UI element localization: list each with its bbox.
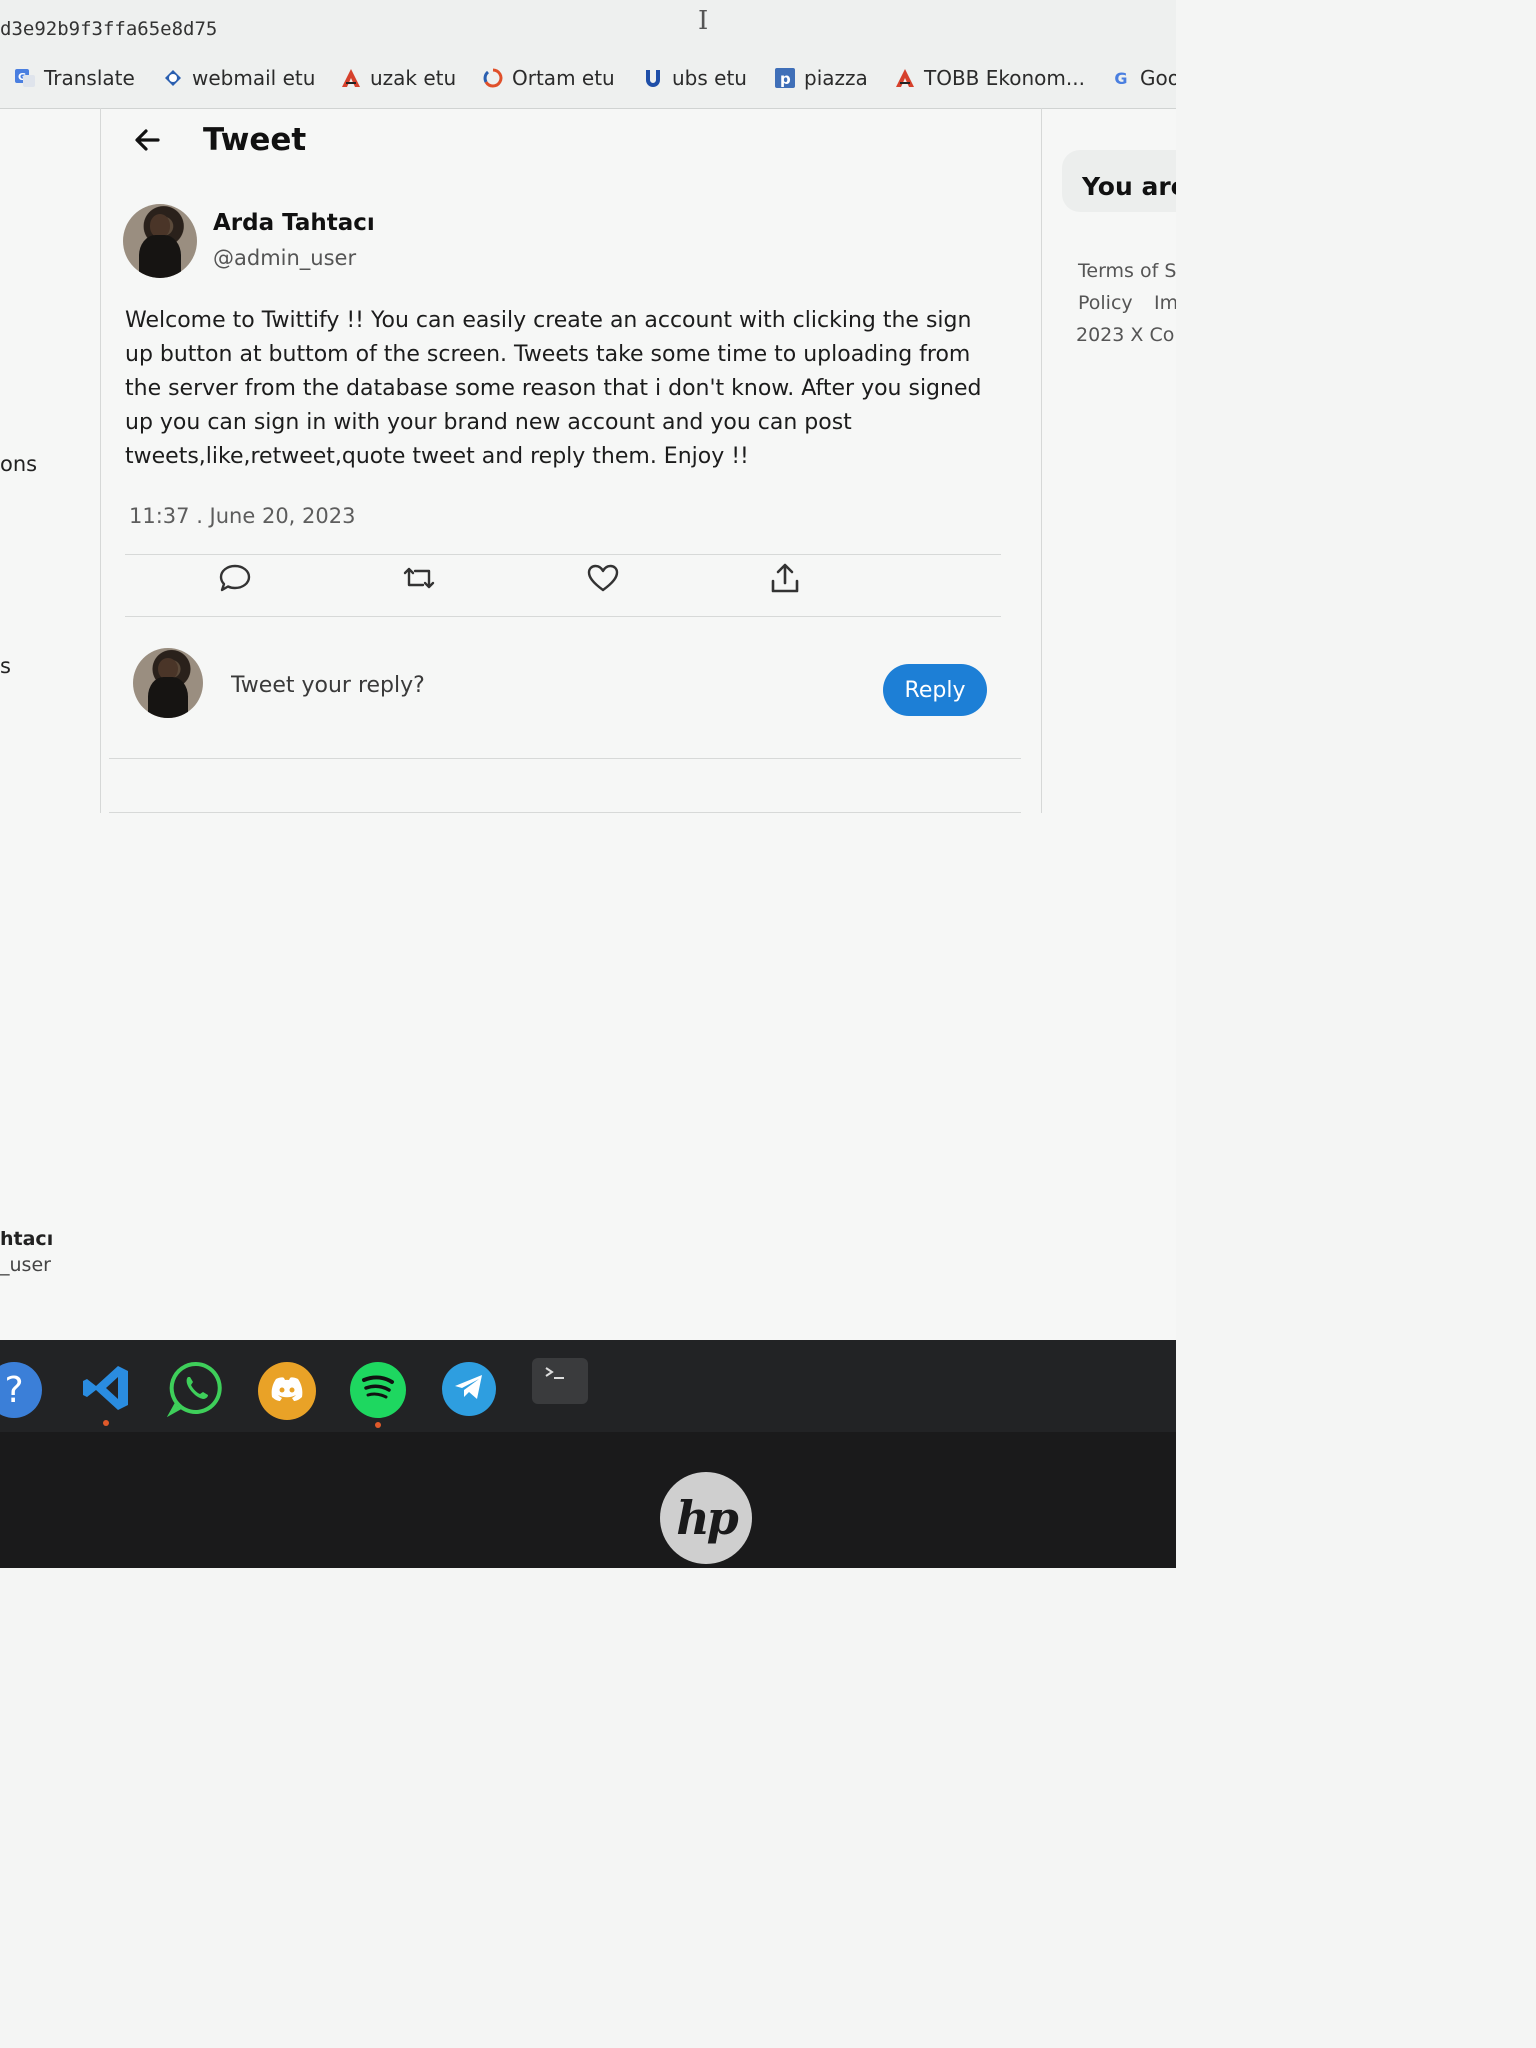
footer-copyright: 2023 X Cor	[1076, 324, 1176, 346]
taskbar-vscode[interactable]	[78, 1362, 134, 1418]
help-icon: ?	[4, 1369, 24, 1411]
piazza-icon: p	[774, 67, 796, 89]
running-indicator	[103, 1420, 109, 1426]
author-avatar[interactable]	[123, 204, 197, 278]
divider	[109, 812, 1021, 813]
share-icon	[769, 561, 801, 599]
bookmark-ortam[interactable]: Ortam etu	[482, 66, 615, 90]
page-title: Tweet	[203, 122, 307, 158]
moodle-icon	[340, 67, 362, 89]
author-name[interactable]: Arda Tahtacı	[213, 210, 375, 236]
bookmark-label: TOBB Ekonom...	[924, 66, 1085, 90]
taskbar-telegram[interactable]	[442, 1362, 496, 1416]
discord-icon	[270, 1376, 304, 1406]
ortam-icon	[482, 67, 504, 89]
back-button[interactable]	[127, 122, 167, 162]
hp-logo: hp	[660, 1472, 752, 1564]
sidebar-user-name[interactable]: htacı	[0, 1228, 53, 1250]
tweet-text: Welcome to Twittify !! You can easily cr…	[125, 308, 982, 469]
footer-link-terms[interactable]: Terms of S	[1078, 260, 1176, 282]
screen: d3e92b9f3ffa65e8d75 I G Translate webmai…	[0, 0, 1176, 1340]
bookmark-label: ubs etu	[672, 66, 747, 90]
bookmark-webmail[interactable]: webmail etu	[162, 66, 315, 90]
google-icon: G	[1114, 68, 1128, 88]
google-translate-icon: G	[14, 67, 36, 89]
taskbar-terminal[interactable]	[532, 1358, 588, 1404]
taskbar-discord[interactable]	[258, 1362, 316, 1420]
divider	[125, 616, 1001, 617]
bookmark-piazza[interactable]: p piazza	[774, 66, 868, 90]
taskbar-help[interactable]: ?	[0, 1362, 42, 1418]
address-bar[interactable]: d3e92b9f3ffa65e8d75 I	[0, 0, 1176, 52]
terminal-icon	[540, 1364, 580, 1398]
vscode-icon	[80, 1362, 132, 1418]
right-sidebar: You are Terms of S Policy Im 2023 X Cor	[1040, 108, 1176, 1340]
retweet-button[interactable]	[399, 560, 439, 600]
svg-text:p: p	[780, 70, 791, 88]
nav-item-fragment[interactable]: s	[0, 654, 11, 678]
url-text[interactable]: d3e92b9f3ffa65e8d75	[0, 18, 217, 40]
bookmarks-bar: G Translate webmail etu uzak etu Ortam e…	[0, 52, 1176, 109]
bookmark-label: Goo	[1140, 66, 1176, 90]
footer-link-policy[interactable]: Policy	[1078, 292, 1133, 314]
page-header: Tweet	[101, 108, 1041, 176]
bookmark-label: Ortam etu	[512, 66, 615, 90]
reply-icon	[218, 563, 252, 597]
sidebar-user-handle: _user	[0, 1254, 51, 1276]
bookmark-tobb[interactable]: TOBB Ekonom...	[894, 66, 1085, 90]
whatsapp-icon	[166, 1359, 225, 1421]
bookmark-google[interactable]: G Goo	[1110, 66, 1176, 90]
spotify-icon	[360, 1374, 396, 1406]
bookmark-label: piazza	[804, 66, 868, 90]
tweet-timestamp[interactable]: 11:37 . June 20, 2023	[129, 504, 355, 528]
webmail-icon	[162, 67, 184, 89]
taskbar: ?	[0, 1340, 1176, 1432]
like-button[interactable]	[583, 560, 623, 600]
bookmark-label: Translate	[44, 66, 135, 90]
tobb-icon	[894, 67, 916, 89]
reply-button[interactable]	[215, 560, 255, 600]
ubs-icon	[642, 67, 664, 89]
bookmark-label: uzak etu	[370, 66, 457, 90]
bookmark-ubs[interactable]: ubs etu	[642, 66, 747, 90]
tweet-detail-column: Tweet Arda Tahtacı @admin_user Welcome t…	[100, 108, 1042, 813]
taskbar-whatsapp[interactable]	[166, 1359, 225, 1421]
bookmark-translate[interactable]: G Translate	[14, 66, 135, 90]
divider	[125, 554, 1001, 555]
taskbar-spotify[interactable]	[350, 1362, 406, 1418]
share-button[interactable]	[765, 560, 805, 600]
like-icon	[586, 563, 620, 597]
text-cursor-icon: I	[698, 6, 709, 36]
footer-link-imprint[interactable]: Im	[1154, 292, 1176, 314]
reply-submit-button[interactable]: Reply	[883, 664, 987, 716]
telegram-icon	[453, 1373, 485, 1405]
nav-item-fragment[interactable]: ons	[0, 452, 37, 476]
author-handle[interactable]: @admin_user	[213, 246, 356, 270]
laptop-bezel	[0, 1432, 1176, 1568]
reply-input[interactable]	[229, 666, 833, 704]
bookmark-uzak[interactable]: uzak etu	[340, 66, 456, 90]
left-sidebar: ons s htacı _user	[0, 108, 100, 1340]
divider	[109, 758, 1021, 759]
running-indicator	[375, 1422, 381, 1428]
retweet-icon	[401, 563, 437, 597]
arrow-left-icon	[132, 125, 162, 159]
login-banner-text: You are	[1082, 172, 1176, 201]
bookmark-label: webmail etu	[192, 66, 316, 90]
reply-avatar	[133, 648, 203, 718]
